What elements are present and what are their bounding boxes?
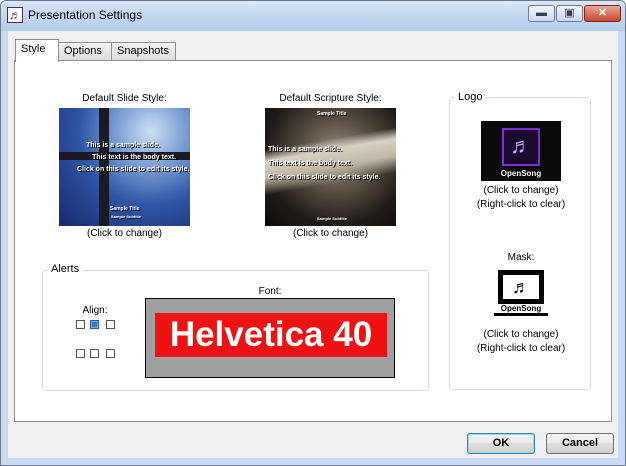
default-scripture-style-label: Default Scripture Style: <box>279 93 382 104</box>
scripture-click-to-change: (Click to change) <box>292 228 369 239</box>
scripture-body-line-1: This is a sample slide. <box>268 146 342 153</box>
logo-click-to-change: (Click to change) <box>483 185 559 196</box>
align-bottom-left[interactable] <box>76 349 85 358</box>
ok-button[interactable]: OK <box>467 433 535 454</box>
style-tab-page: Default Slide Style: This is a sample sl… <box>14 60 612 422</box>
presentation-settings-window: ♬ Presentation Settings ▬ ▣ ✕ Style Opti… <box>0 0 626 466</box>
logo-preview[interactable]: ♬ OpenSong <box>481 121 561 181</box>
mask-preview[interactable]: ♬ OpenSong <box>494 270 548 316</box>
cancel-button[interactable]: Cancel <box>546 433 614 454</box>
tab-options[interactable]: Options <box>58 42 112 61</box>
scripture-body-line-2: This text is the body text. <box>268 160 353 167</box>
scripture-title: Sample Title <box>317 111 347 117</box>
opensong-app-icon: ♬ <box>7 7 23 23</box>
font-label: Font: <box>258 286 282 297</box>
maximize-button[interactable]: ▣ <box>556 5 583 22</box>
align-top-right[interactable] <box>106 320 115 329</box>
scripture-body-line-3: Click on this slide to edit its style. <box>268 174 381 181</box>
alert-font-preview[interactable]: Helvetica 40 <box>145 298 395 378</box>
default-scripture-preview[interactable]: Sample Title This is a sample slide. Thi… <box>265 108 396 226</box>
font-sample-text: Helvetica 40 <box>155 313 387 357</box>
close-button[interactable]: ✕ <box>584 5 621 22</box>
mask-label: Mask: <box>507 252 535 263</box>
minimize-button[interactable]: ▬ <box>528 5 555 22</box>
mask-brand-text: OpenSong <box>494 305 548 316</box>
dialog-client-area: Style Options Snapshots Default Slide St… <box>8 31 618 458</box>
mask-click-to-change: (Click to change) <box>483 329 559 340</box>
default-slide-preview[interactable]: This is a sample slide. This text is the… <box>59 108 190 226</box>
logo-group-title: Logo <box>455 91 486 103</box>
tab-snapshots[interactable]: Snapshots <box>111 42 176 61</box>
slide-title: Sample Title <box>110 206 140 212</box>
slide-subtitle: Sample Subtitle <box>111 214 142 219</box>
alerts-group-title: Alerts <box>48 263 83 275</box>
align-top-left[interactable] <box>76 320 85 329</box>
slide-body-line-1: This is a sample slide. <box>86 142 160 149</box>
align-bottom-right[interactable] <box>106 349 115 358</box>
title-bar[interactable]: ♬ Presentation Settings ▬ ▣ ✕ <box>1 1 625 31</box>
align-bottom-center[interactable] <box>90 349 99 358</box>
scripture-subtitle: Sample Subtitle <box>317 216 348 221</box>
default-slide-style-label: Default Slide Style: <box>82 93 167 104</box>
tab-style[interactable]: Style <box>15 39 59 62</box>
slide-click-to-change: (Click to change) <box>86 228 163 239</box>
slide-body-line-3: Click on this slide to edit its style. <box>77 166 190 173</box>
logo-right-click-clear: (Right-click to clear) <box>476 199 566 210</box>
slide-body-line-2: This text is the body text. <box>92 154 177 161</box>
window-title: Presentation Settings <box>28 8 143 22</box>
align-label: Align: <box>82 305 108 316</box>
logo-brand-text: OpenSong <box>500 169 542 178</box>
mask-right-click-clear: (Right-click to clear) <box>476 343 566 354</box>
align-top-center[interactable] <box>90 320 99 329</box>
music-note-icon: ♬ <box>502 128 540 166</box>
mask-music-note-icon: ♬ <box>502 274 540 300</box>
